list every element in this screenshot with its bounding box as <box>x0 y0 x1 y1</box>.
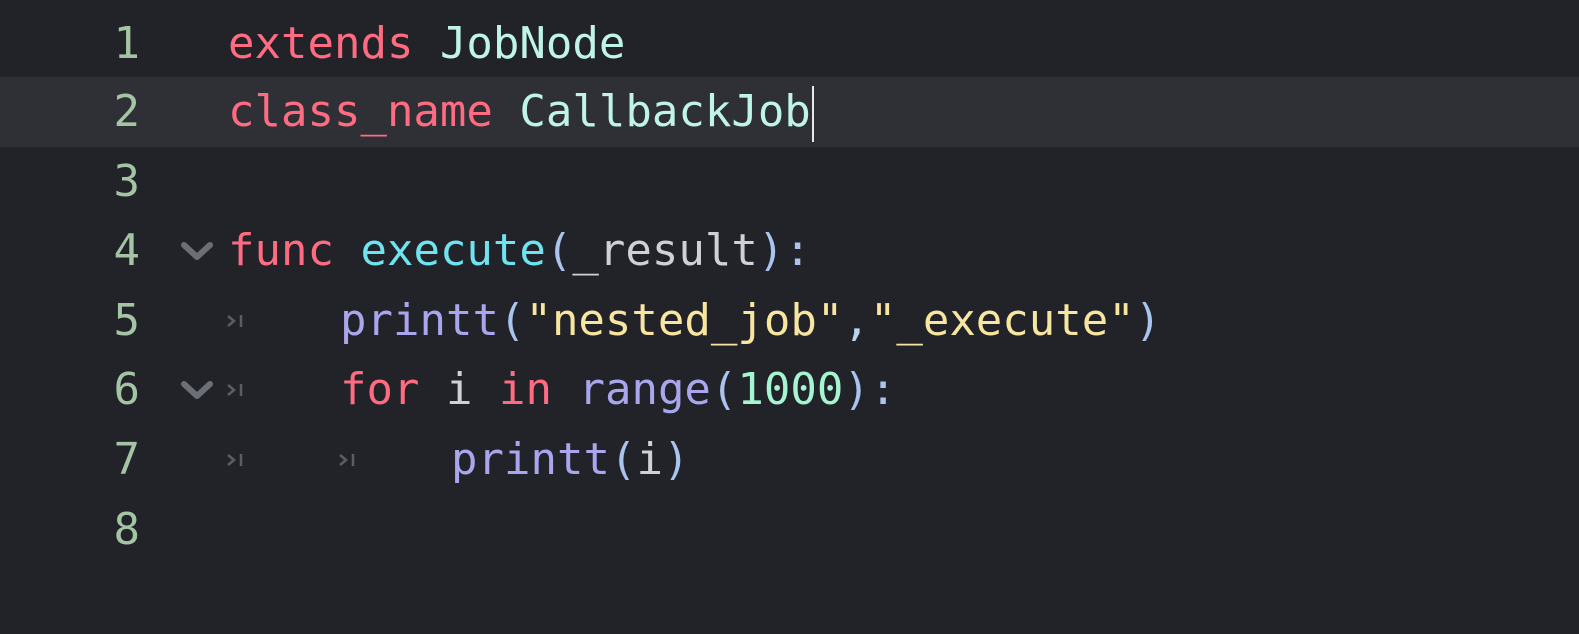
paren-token: ): <box>757 225 811 276</box>
code-line-1[interactable]: 1 extends JobNode <box>0 9 1579 79</box>
chevron-down-icon[interactable] <box>180 355 214 425</box>
tab-indent-icon <box>226 355 252 425</box>
paren-token: ( <box>545 225 573 276</box>
code-text-7[interactable]: printt(i) <box>451 425 689 495</box>
builtin-token: range <box>578 364 711 415</box>
identifier-token: i <box>636 434 663 485</box>
line-number-1: 1 <box>113 18 141 69</box>
string-token: "nested_job" <box>525 295 844 346</box>
tab-indent-icon <box>226 425 252 495</box>
builtin-token: printt <box>451 434 610 485</box>
line-number-6: 6 <box>113 364 141 415</box>
paren-token: ( <box>498 295 526 346</box>
keyword-token: for <box>340 364 420 415</box>
line-number-2: 2 <box>113 86 141 137</box>
code-line-4[interactable]: 4 func execute(_result): <box>0 216 1579 286</box>
type-token: CallbackJob <box>519 86 811 137</box>
paren-token: ) <box>1134 295 1162 346</box>
string-token: "_execute" <box>869 295 1135 346</box>
type-token: JobNode <box>439 18 626 69</box>
code-line-6[interactable]: 6 for i in range(1000): <box>0 355 1579 425</box>
line-number-3: 3 <box>113 156 141 207</box>
line-number-8: 8 <box>113 504 141 555</box>
paren-token: ( <box>710 364 738 415</box>
code-line-7[interactable]: 7 printt(i) <box>0 425 1579 495</box>
code-line-2-current[interactable]: 2 class_name CallbackJob <box>0 77 1579 147</box>
line-number-5: 5 <box>113 295 141 346</box>
builtin-token: printt <box>340 295 499 346</box>
chevron-down-icon[interactable] <box>180 216 214 286</box>
keyword-token: func <box>228 225 334 276</box>
line-number-7: 7 <box>113 434 141 485</box>
paren-token: ): <box>843 364 897 415</box>
keyword-token: in <box>498 364 552 415</box>
number-token: 1000 <box>737 364 844 415</box>
identifier-token: i <box>445 364 473 415</box>
code-line-8[interactable]: 8 <box>0 495 1579 565</box>
line-number-4: 4 <box>113 225 141 276</box>
comma-token: , <box>843 295 870 346</box>
paren-token: ) <box>662 434 690 485</box>
tab-indent-icon <box>338 425 364 495</box>
code-text-6[interactable]: for i in range(1000): <box>340 355 896 425</box>
code-line-5[interactable]: 5 printt("nested_job","_execute") <box>0 286 1579 356</box>
code-text-4[interactable]: func execute(_result): <box>228 216 811 286</box>
code-editor[interactable]: 1 extends JobNode 2 class_name CallbackJ… <box>0 0 1579 634</box>
paren-token: ( <box>609 434 637 485</box>
code-line-3[interactable]: 3 <box>0 147 1579 217</box>
tab-indent-icon <box>226 286 252 356</box>
keyword-token: class_name <box>228 86 493 137</box>
function-name-token: execute <box>360 225 546 276</box>
text-cursor <box>811 86 814 142</box>
identifier-token: _result <box>572 225 758 276</box>
code-text-2[interactable]: class_name CallbackJob <box>228 77 814 147</box>
keyword-token: extends <box>228 18 414 69</box>
code-text-1[interactable]: extends JobNode <box>228 9 625 79</box>
code-text-5[interactable]: printt("nested_job","_execute") <box>340 286 1161 356</box>
